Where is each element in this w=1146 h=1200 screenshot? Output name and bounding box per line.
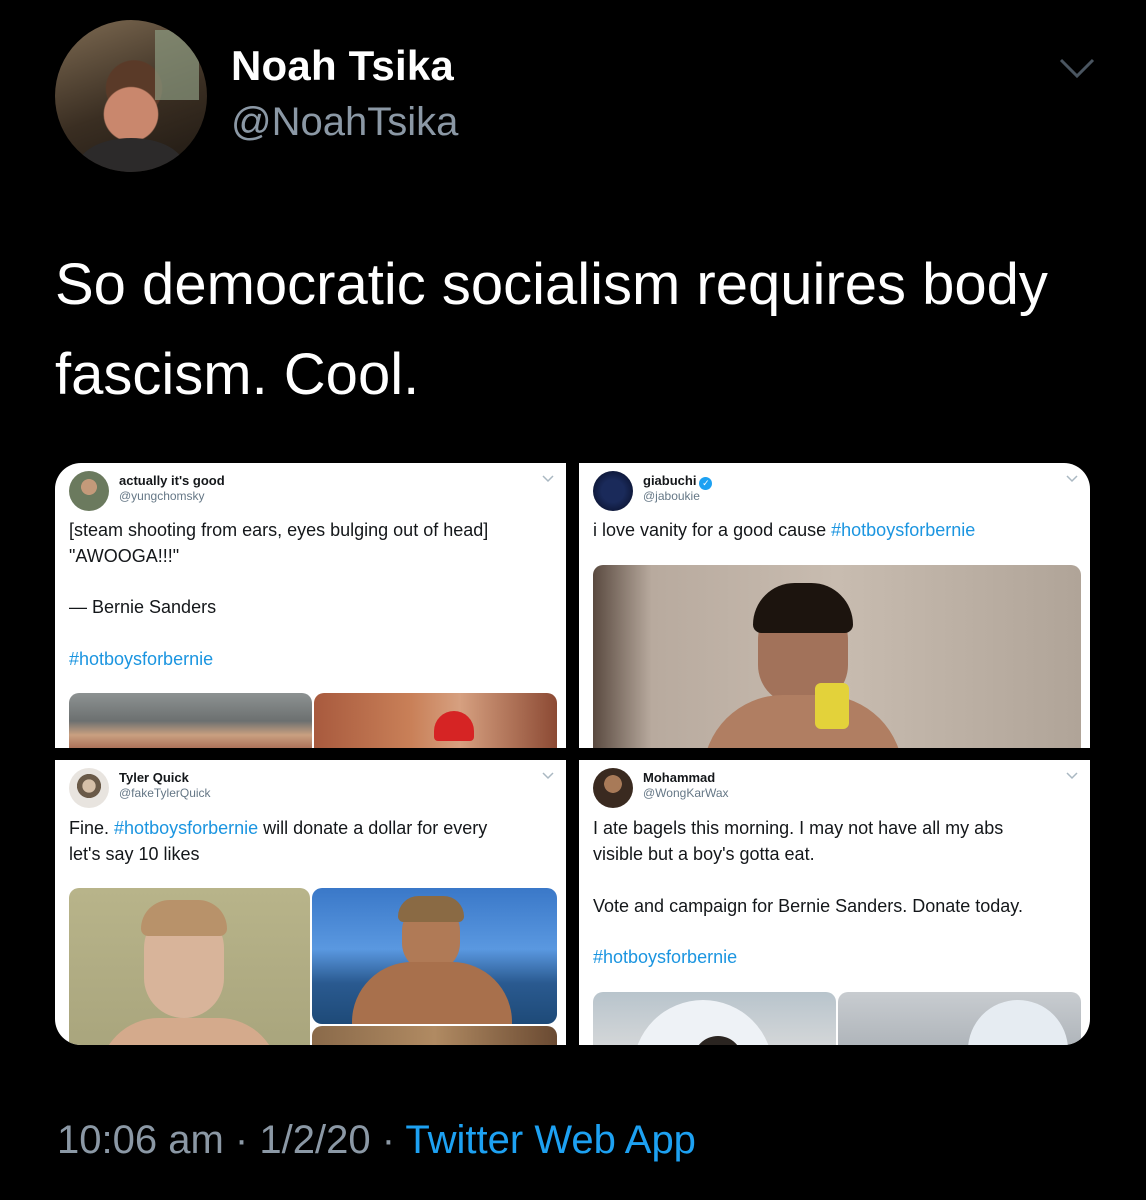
embedded-hashtag[interactable]: #hotboysforbernie [114,818,258,838]
embedded-name-text: giabuchi [643,473,697,488]
embedded-photo [314,693,557,748]
embedded-text-line: let's say 10 likes [69,844,200,864]
embedded-hashtag[interactable]: #hotboysforbernie [69,646,549,672]
embedded-screenshot-1[interactable]: actually it's good @yungchomsky [steam s… [55,463,566,748]
tweet-header: Noah Tsika @NoahTsika [0,0,1146,190]
chevron-down-icon [542,772,554,780]
embedded-text-line: Vote and campaign for Bernie Sanders. Do… [593,896,1023,916]
embedded-handle: @WongKarWax [643,786,729,800]
embedded-handle: @yungchomsky [119,489,205,503]
embedded-handle: @fakeTylerQuick [119,786,211,800]
tweet-date[interactable]: 1/2/20 [259,1118,370,1162]
tweet-text: So democratic socialism requires body fa… [55,240,1115,420]
embedded-hashtag[interactable]: #hotboysforbernie [593,944,1073,970]
embedded-handle: @jaboukie [643,489,700,503]
tweet-text-line: fascism. Cool. [55,342,420,407]
chevron-down-icon [1066,475,1078,483]
embedded-photo [593,992,836,1045]
tweet-source-link[interactable]: Twitter Web App [405,1118,696,1162]
verified-badge-icon: ✓ [699,477,713,490]
embedded-text: i love vanity for a good cause [593,520,832,540]
embedded-display-name: Tyler Quick [119,770,189,785]
embedded-avatar [69,471,109,511]
embedded-screenshot-4[interactable]: Mohammad @WongKarWax I ate bagels this m… [579,760,1090,1045]
embedded-screenshot-3[interactable]: Tyler Quick @fakeTylerQuick Fine. #hotbo… [55,760,566,1045]
embedded-photo [838,992,1081,1045]
embedded-text-line: Fine. #hotboysforbernie will donate a do… [69,815,549,841]
embedded-text: Fine. [69,818,115,838]
embedded-text-line: I ate bagels this morning. I may not hav… [593,818,1004,838]
separator-dot: · [381,1118,396,1162]
embedded-photo [69,693,312,748]
embedded-avatar [593,768,633,808]
embedded-photo [593,565,1081,748]
embedded-text-line: — Bernie Sanders [69,597,217,617]
embedded-avatar [69,768,109,808]
embedded-text-line: i love vanity for a good cause #hotboysf… [593,517,1073,543]
embedded-avatar [593,471,633,511]
author-display-name[interactable]: Noah Tsika [231,42,454,90]
embedded-photo [312,1026,557,1045]
embedded-text-line: visible but a boy's gotta eat. [593,844,815,864]
author-handle[interactable]: @NoahTsika [231,100,458,145]
avatar-shirt [77,138,185,172]
author-avatar[interactable] [55,20,207,172]
embedded-display-name: giabuchi ✓ [643,473,713,490]
tweet-timestamp[interactable]: 10:06 am [57,1118,224,1162]
embedded-display-name: actually it's good [119,473,225,488]
embedded-photo [69,888,310,1045]
chevron-down-icon [542,475,554,483]
embedded-text: will donate a dollar for every [258,818,488,838]
embedded-screenshot-2[interactable]: giabuchi ✓ @jaboukie i love vanity for a … [579,463,1090,748]
embedded-text-line: [steam shooting from ears, eyes bulging … [69,520,489,540]
tweet-footer: 10:06 am · 1/2/20 · Twitter Web App [57,1118,696,1163]
separator-dot: · [234,1118,249,1162]
chevron-down-icon [1066,772,1078,780]
embedded-hashtag[interactable]: #hotboysforbernie [831,520,975,540]
avatar-background-poster [155,30,199,100]
embedded-text-line: "AWOOGA!!!" [69,546,180,566]
chevron-down-icon[interactable] [1058,55,1096,81]
embedded-display-name: Mohammad [643,770,716,785]
embedded-photo [312,888,557,1024]
tweet-text-line: So democratic socialism requires body [55,252,1048,317]
tweet-media-grid[interactable]: actually it's good @yungchomsky [steam s… [55,463,1090,1045]
